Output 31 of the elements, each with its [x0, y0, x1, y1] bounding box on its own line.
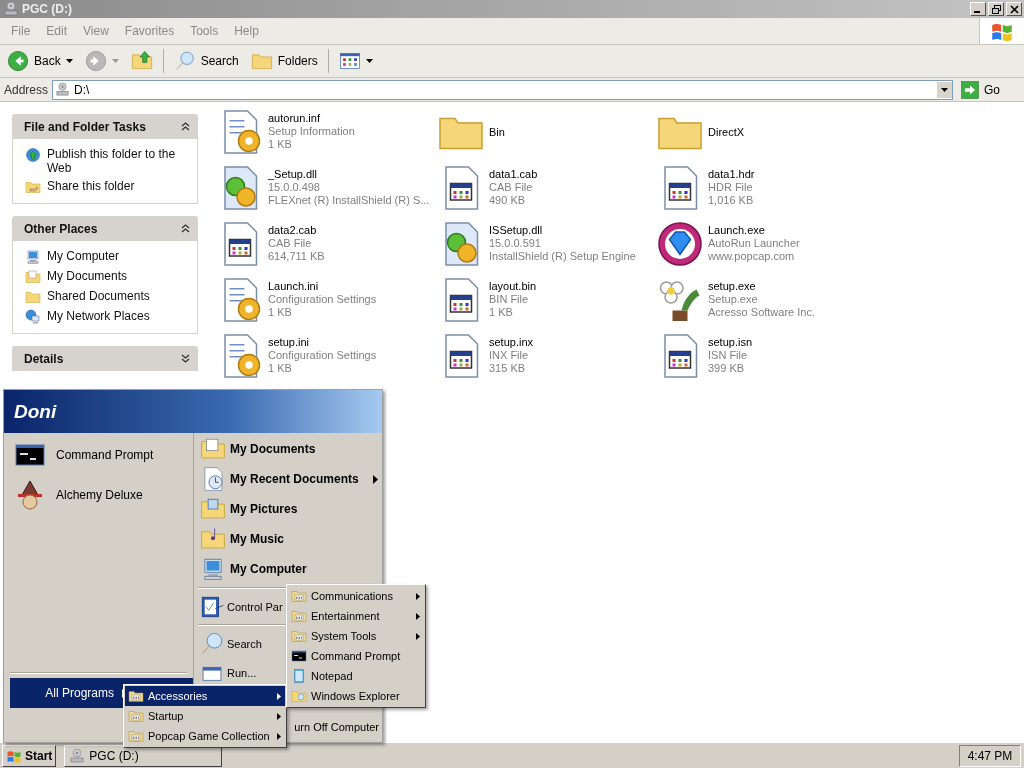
file-detail: INX File [489, 349, 530, 362]
file-detail: 1 KB [489, 306, 514, 319]
window-title: PGC (D:) [22, 2, 72, 16]
file-detail: 1 KB [268, 306, 293, 319]
address-value: D:\ [74, 82, 90, 97]
clock: 4:47 PM [959, 744, 1021, 767]
file-detail: AutoRun Launcher [708, 237, 800, 250]
file-detail: 1,016 KB [708, 194, 755, 207]
file-detail: 1 KB [268, 138, 293, 151]
file-detail: www.popcap.com [708, 250, 796, 263]
file-detail: Setup Information [268, 125, 355, 138]
file-detail: FLEXnet (R) InstallShield (R) S... [268, 194, 430, 207]
file-detail: 490 KB [489, 194, 527, 207]
file-detail: Configuration Settings [268, 349, 377, 362]
file-detail: InstallShield (R) Setup Engine [489, 250, 636, 263]
file-detail: ISN File [708, 349, 749, 362]
file-detail: 614,711 KB [268, 250, 325, 263]
file-detail: 15.0.0.498 [268, 181, 321, 194]
file-detail: Configuration Settings [268, 293, 377, 306]
file-detail: 315 KB [489, 362, 527, 375]
file-detail: CAB File [268, 237, 313, 250]
file-detail: 1 KB [268, 362, 293, 375]
file-detail: Acresso Software Inc. [708, 306, 815, 319]
file-detail: CAB File [489, 181, 534, 194]
user-name: Doni [14, 400, 57, 423]
file-detail: HDR File [708, 181, 754, 194]
file-detail: 399 KB [708, 362, 746, 375]
file-detail: 15.0.0.591 [489, 237, 542, 250]
address-label: Address [4, 82, 49, 97]
file-detail: Setup.exe [708, 293, 759, 306]
file-detail: BIN File [489, 293, 530, 306]
